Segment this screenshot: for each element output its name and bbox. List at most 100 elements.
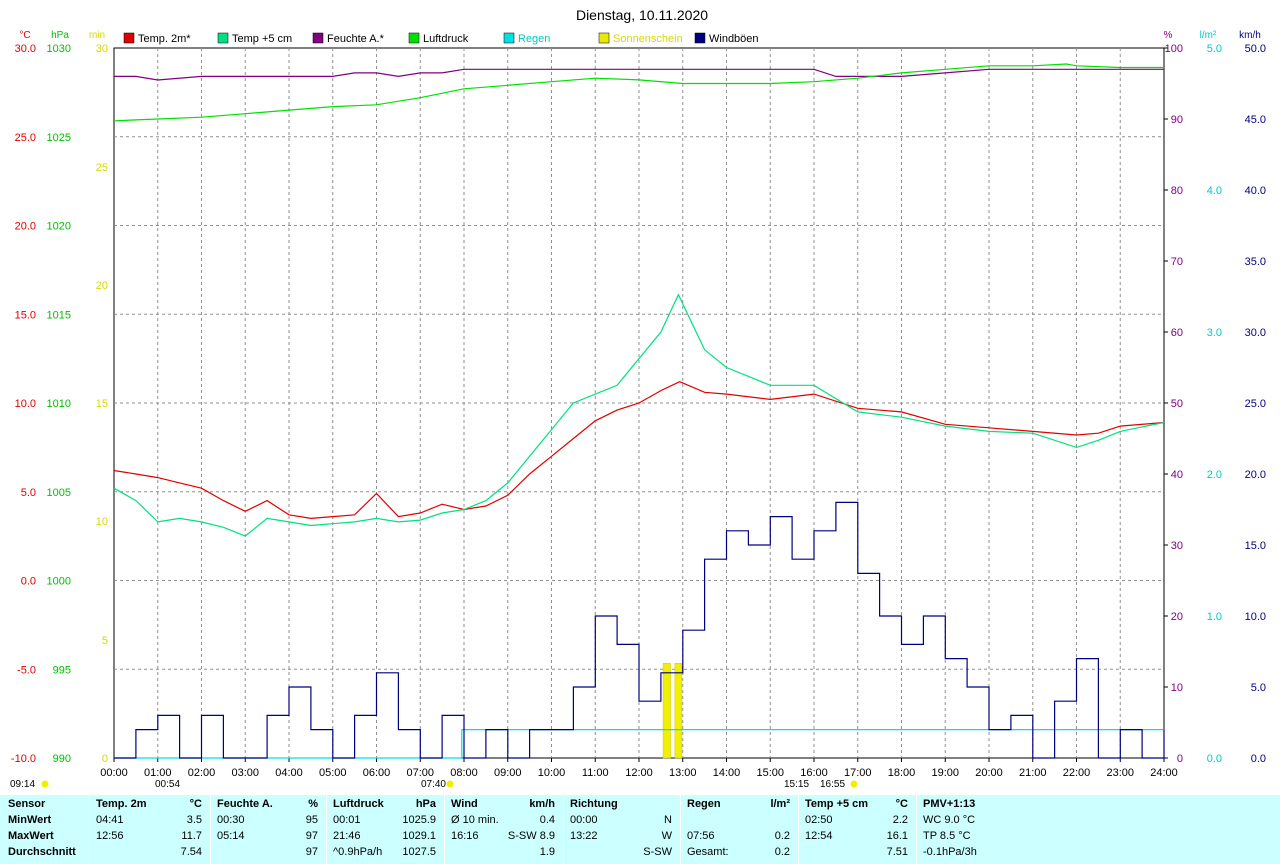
humidity-tick-label: 30 [1171, 540, 1183, 552]
humidity-tick-label: 40 [1171, 469, 1183, 481]
humidity-unit-label: % [1164, 30, 1173, 41]
time-tick-label: 18:00 [888, 767, 916, 779]
stat-cell-label: 21:46 [333, 830, 361, 842]
temp-tick-label: 15.0 [15, 309, 36, 321]
temp-tick-label: -5.0 [17, 664, 36, 676]
stat-cell-value: 97 [305, 846, 318, 858]
stat-column-header: Wind [451, 798, 478, 810]
legend-swatch [503, 32, 515, 44]
stat-column-header: PMV+1:13 [923, 798, 976, 810]
sun-tick-label: 30 [96, 43, 108, 55]
stat-cell-label: 12:56 [96, 830, 124, 842]
stat-row-label: MinWert [8, 814, 52, 826]
wind-tick-label: 35.0 [1245, 256, 1266, 268]
legend-swatch [123, 32, 135, 44]
stat-cell-label: -0.1hPa/3h [923, 846, 977, 858]
humidity-tick-label: 10 [1171, 682, 1183, 694]
legend-label: Temp. 2m* [138, 33, 191, 45]
time-tick-label: 13:00 [669, 767, 697, 779]
stat-cell-label: WC 9.0 °C [923, 814, 976, 826]
stat-cell-value: 0.2 [774, 846, 790, 858]
sun-tick-label: 15 [96, 398, 108, 410]
legend-swatch [598, 32, 610, 44]
sun-tick-label: 0 [102, 753, 108, 765]
stat-cell-value: 0.2 [774, 830, 790, 842]
time-tick-label: 06:00 [363, 767, 391, 779]
pressure-tick-label: 1010 [47, 398, 71, 410]
stat-column: PMV+1:13 WC 9.0 °C TP 8.5 °C -0.1hPa/3h [916, 795, 1280, 864]
stat-column-header: Luftdruck [333, 798, 384, 810]
stat-column-header: Temp +5 cm [805, 798, 869, 810]
temp-tick-label: 5.0 [21, 487, 36, 499]
sunrise-label: 07:40 [421, 779, 446, 790]
daylength-label: 09:14 [10, 779, 35, 790]
time-tick-label: 11:00 [582, 767, 609, 779]
rain-tick-label: 5.0 [1207, 43, 1222, 55]
time-tick-label: 07:00 [406, 767, 434, 779]
humidity-tick-label: 0 [1177, 753, 1183, 765]
stat-cell-label: 00:30 [217, 814, 245, 826]
time-tick-label: 14:00 [713, 767, 741, 779]
stat-cell-value: 0.4 [539, 814, 555, 826]
stat-cell-value: 7.54 [180, 846, 202, 858]
temp-tick-label: 20.0 [15, 221, 36, 233]
sunshine-bar [674, 663, 683, 759]
wind-tick-label: 45.0 [1245, 114, 1266, 126]
wind-tick-label: 5.0 [1251, 682, 1266, 694]
stat-cell-label: 02:50 [805, 814, 833, 826]
markers: 09:14 00:54 07:40 15:15 16:55 [10, 779, 858, 790]
wind-tick-label: 25.0 [1245, 398, 1266, 410]
time-tick-label: 00:00 [100, 767, 128, 779]
pressure-tick-label: 990 [53, 753, 71, 765]
stat-cell-value: 97 [305, 830, 318, 842]
time-tick-label: 15:00 [756, 767, 784, 779]
time-tick-label: 09:00 [494, 767, 522, 779]
rain-tick-label: 3.0 [1207, 327, 1222, 339]
stat-column: Regen l/m² 07:56 0.2 Gesamt: 0.2 [680, 795, 798, 864]
stat-cell-value: 1.9 [539, 846, 555, 858]
rain-tick-label: 2.0 [1207, 469, 1222, 481]
legend-swatch [312, 32, 324, 44]
wind-tick-label: 0.0 [1251, 753, 1266, 765]
stat-column: Luftdruck hPa 00:01 1025.9 21:46 1029.1 ^0.9hP… [326, 795, 444, 864]
pressure-tick-label: 1000 [47, 576, 71, 588]
legend-label: Regen [518, 33, 550, 45]
stat-cell-value: 3.5 [186, 814, 202, 826]
humidity-tick-label: 90 [1171, 114, 1183, 126]
wind-tick-label: 50.0 [1245, 43, 1266, 55]
stat-cell-label: Gesamt: [687, 846, 729, 858]
stat-cell-value: 95 [305, 814, 318, 826]
sunset-label: 16:55 [820, 779, 845, 790]
chart-title: Dienstag, 10.11.2020 [576, 7, 708, 23]
stat-row-label: MaxWert [8, 830, 54, 842]
temp-min-marker-label: 00:54 [155, 779, 180, 790]
time-tick-label: 21:00 [1019, 767, 1047, 779]
temp-tick-label: 10.0 [15, 398, 36, 410]
stat-cell-value: 16.1 [886, 830, 908, 842]
stat-row-label: Sensor [8, 798, 46, 810]
time-tick-label: 08:00 [450, 767, 478, 779]
temp-max-marker-label: 15:15 [784, 779, 809, 790]
stat-cell-value: N [664, 814, 672, 826]
wind-tick-label: 40.0 [1245, 185, 1266, 197]
sun-marker-icon [41, 780, 49, 788]
pressure-tick-label: 1025 [47, 132, 71, 144]
rain-unit-label: l/m² [1200, 30, 1217, 41]
wind-tick-label: 10.0 [1245, 611, 1266, 623]
temp-tick-label: 0.0 [21, 576, 36, 588]
stat-cell-label: 12:54 [805, 830, 833, 842]
sun-tick-label: 10 [96, 516, 108, 528]
stat-cell-value: S-SW 8.9 [507, 830, 555, 842]
stat-cell-value: S-SW [643, 846, 672, 858]
legend-swatch [408, 32, 420, 44]
legend-label: Sonnenschein [613, 33, 683, 45]
weather-chart: Dienstag, 10.11.2020 Temp. 2m* Temp +5 cm… [10, 7, 1266, 790]
wind-tick-label: 30.0 [1245, 327, 1266, 339]
humidity-tick-label: 60 [1171, 327, 1183, 339]
stat-column-header: Regen [687, 798, 721, 810]
time-tick-label: 10:00 [538, 767, 566, 779]
stat-column-header: Temp. 2m [96, 798, 147, 810]
humidity-tick-label: 70 [1171, 256, 1183, 268]
humidity-tick-label: 100 [1165, 43, 1183, 55]
rain-tick-label: 1.0 [1207, 611, 1222, 623]
